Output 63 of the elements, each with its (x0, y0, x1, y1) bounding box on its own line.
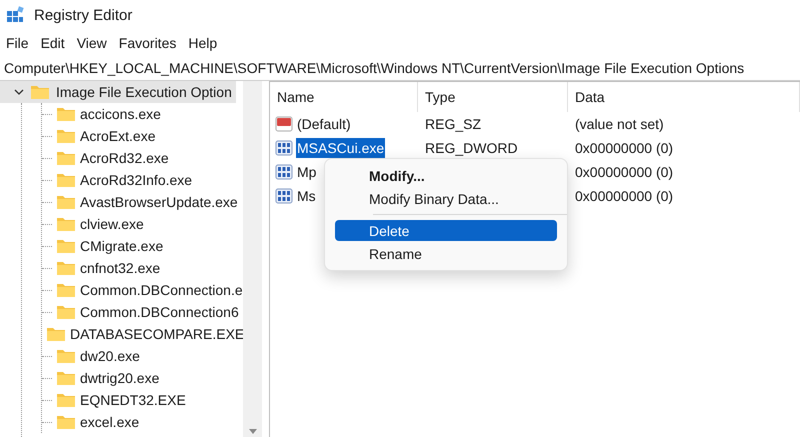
table-cell: REG_SZ (425, 116, 482, 132)
tree-item[interactable]: EQNEDT32.EXE (80, 392, 186, 408)
folder-icon (56, 128, 76, 144)
tree-item[interactable]: Common.DBConnection6 (80, 304, 239, 320)
menu-item[interactable]: Modify... (335, 165, 557, 186)
folder-icon (56, 304, 76, 320)
folder-icon (46, 326, 66, 342)
menu-bar-item[interactable]: View (70, 32, 113, 54)
folder-icon (56, 370, 76, 386)
table-cell: 0x00000000 (0) (575, 164, 674, 180)
folder-icon (30, 84, 50, 100)
tree-item[interactable]: excel.exe (80, 414, 140, 430)
value-name[interactable]: MSASCui.exe (296, 138, 386, 158)
binary-value-icon (275, 164, 293, 180)
table-cell: REG_DWORD (425, 140, 518, 156)
scrollbar[interactable] (243, 81, 262, 437)
table-cell: 0x00000000 (0) (575, 188, 674, 204)
tree-item[interactable]: clview.exe (80, 216, 144, 232)
tree-item[interactable]: AvastBrowserUpdate.exe (80, 194, 238, 210)
folder-icon (56, 260, 76, 276)
tree-item[interactable]: Image File Execution Option (0, 81, 236, 103)
tree-item[interactable]: cnfnot32.exe (80, 260, 160, 276)
chevron-down-icon[interactable] (14, 88, 24, 96)
window-title: Registry Editor (34, 6, 132, 24)
table-cell: 0x00000000 (0) (575, 140, 674, 156)
tree-item[interactable]: AcroExt.exe (80, 128, 156, 144)
value-name[interactable]: Mp (296, 162, 318, 182)
scroll-down-icon[interactable] (248, 429, 256, 435)
tree-item[interactable]: dw20.exe (80, 348, 140, 364)
folder-icon (56, 414, 76, 430)
folder-icon (56, 150, 76, 166)
folder-icon (56, 106, 76, 122)
menu-bar-item[interactable]: Favorites (112, 32, 182, 54)
address-bar[interactable]: Computer\HKEY_LOCAL_MACHINE\SOFTWARE\Microsoft\Windows NT\CurrentVersion\Image File Execution Options (4, 60, 744, 76)
menu-bar-item[interactable]: Help (182, 32, 224, 54)
string-value-icon (275, 116, 293, 132)
menu-bar-item[interactable]: File (0, 32, 35, 54)
tree-item[interactable]: AcroRd32.exe (80, 150, 169, 166)
binary-value-icon (275, 140, 293, 156)
column-header[interactable]: Name (270, 82, 418, 112)
folder-icon (56, 172, 76, 188)
column-header[interactable]: Data (568, 82, 800, 112)
binary-value-icon (275, 188, 293, 204)
tree-item[interactable]: CMigrate.exe (80, 238, 164, 254)
folder-icon (56, 282, 76, 298)
folder-icon (56, 348, 76, 364)
tree-item[interactable]: Common.DBConnection.e (80, 282, 243, 298)
menu-item[interactable]: Rename (335, 243, 557, 264)
table-cell: (value not set) (575, 116, 664, 132)
tree-item[interactable]: dwtrig20.exe (80, 370, 160, 386)
folder-icon (56, 194, 76, 210)
registry-icon (6, 6, 24, 24)
folder-icon (56, 216, 76, 232)
menu-item[interactable]: Delete (335, 220, 557, 241)
folder-icon (56, 238, 76, 254)
menu-bar-item[interactable]: Edit (34, 32, 71, 54)
folder-icon (56, 392, 76, 408)
menu-item[interactable]: Modify Binary Data... (335, 188, 557, 209)
tree-item[interactable]: AcroRd32Info.exe (80, 172, 192, 188)
value-name[interactable]: Ms (296, 186, 317, 206)
column-header[interactable]: Type (418, 82, 568, 112)
tree-item[interactable]: accicons.exe (80, 106, 161, 122)
value-name[interactable]: (Default) (296, 114, 352, 134)
